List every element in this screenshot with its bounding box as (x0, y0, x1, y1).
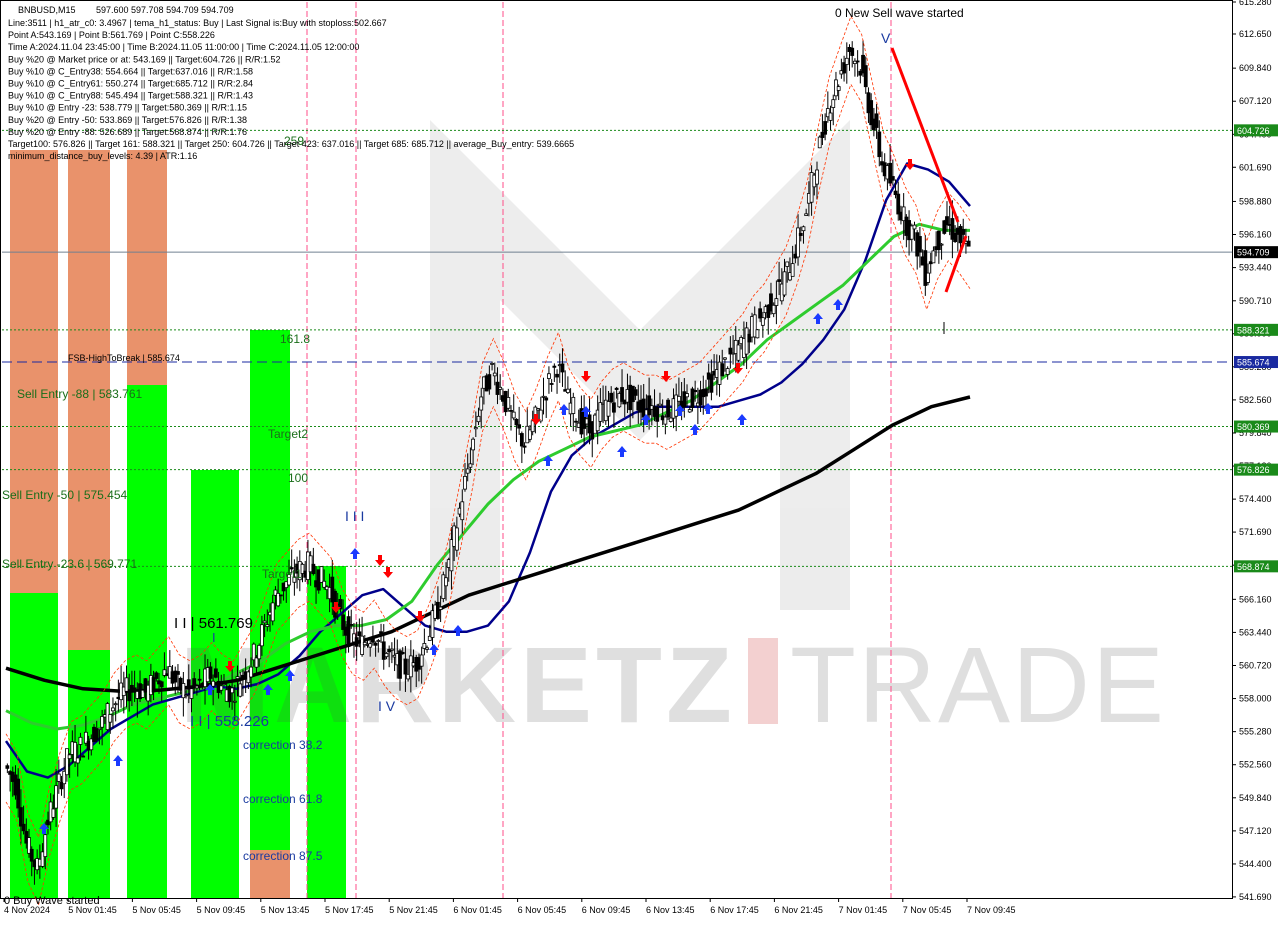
y-tick-label: 552.560 (1239, 760, 1272, 770)
price-chart[interactable]: MARKETZ TRADE 0 New Sell wave started FS… (0, 0, 1280, 920)
green-zone (10, 593, 58, 898)
info-line: Buy %20 @ Entry -50: 533.869 || Target:5… (8, 115, 247, 125)
wave-iv-label: I V (378, 698, 396, 714)
info-line: Buy %10 @ Entry -23: 538.779 || Target:5… (8, 103, 247, 113)
chart-window[interactable]: MARKETZ TRADE 0 New Sell wave started FS… (0, 0, 1280, 920)
y-tick-label: 598.880 (1239, 196, 1272, 206)
info-line: Point A:543.169 | Point B:561.769 | Poin… (8, 30, 215, 40)
price-tag-label: 588.321 (1237, 325, 1270, 335)
sell-50-label: Sell Entry -50 | 575.454 (2, 488, 128, 502)
info-line: Buy %10 @ C_Entry88: 545.494 || Target:5… (8, 91, 253, 101)
y-tick-label: 560.720 (1239, 660, 1272, 670)
y-tick-label: 563.440 (1239, 627, 1272, 637)
correction-87-label: correction 87.5 (243, 849, 323, 863)
y-tick-label: 612.650 (1239, 29, 1272, 39)
window-ohlc: 597.600 597.708 594.709 594.709 (96, 5, 234, 15)
price-tags: 604.726 588.321 585.674 580.369 576.826 568.8… (1234, 124, 1278, 573)
sell-88-label: Sell Entry -88 | 583.761 (17, 387, 143, 401)
x-tick-label: 6 Nov 17:45 (710, 905, 759, 915)
price-tag-label: 604.726 (1237, 126, 1270, 136)
x-tick-label: 6 Nov 05:45 (518, 905, 567, 915)
y-tick-label: 549.840 (1239, 793, 1272, 803)
x-tick-label: 7 Nov 09:45 (967, 905, 1016, 915)
price-tag-label: 594.709 (1237, 248, 1270, 258)
price-tag-label: 585.674 (1237, 358, 1270, 368)
wave-i-small-label: I (212, 630, 216, 645)
x-tick-label: 5 Nov 21:45 (389, 905, 438, 915)
y-tick-label: 547.120 (1239, 826, 1272, 836)
x-tick-label: 5 Nov 05:45 (132, 905, 181, 915)
green-zone (127, 385, 167, 898)
correction-61-label: correction 61.8 (243, 792, 323, 806)
y-tick-label: 544.400 (1239, 859, 1272, 869)
x-tick-label: 5 Nov 17:45 (325, 905, 374, 915)
price-tag-label: 576.826 (1237, 465, 1270, 475)
info-line: Buy %20 @ Entry -88: 526.689 || Target:5… (8, 127, 247, 137)
x-tick-label: 6 Nov 21:45 (774, 905, 823, 915)
target1-label: Target1 (262, 567, 302, 581)
info-line: Time A:2024.11.04 23:45:00 | Time B:2024… (8, 42, 359, 52)
price-tag-label: 568.874 (1237, 562, 1270, 572)
x-tick-label: 5 Nov 13:45 (261, 905, 310, 915)
x-tick-label: 6 Nov 13:45 (646, 905, 695, 915)
info-line: Buy %10 @ C_Entry38: 554.664 || Target:6… (8, 66, 253, 76)
correction-38-label: correction 38.2 (243, 738, 323, 752)
x-tick-label: 5 Nov 09:45 (197, 905, 246, 915)
price-tag-label: 580.369 (1237, 422, 1270, 432)
y-tick-label: 601.690 (1239, 162, 1272, 172)
orange-zone (10, 150, 58, 593)
candle (346, 610, 351, 653)
window-title: BNBUSD,M15 (18, 5, 76, 15)
wave-v-label: V (881, 30, 891, 46)
info-line: Buy %20 @ Market price or at: 543.169 ||… (8, 54, 280, 64)
y-tick-label: 566.160 (1239, 594, 1272, 604)
wave-iii-label: I I I (345, 508, 364, 524)
candle (666, 398, 670, 421)
lvl-100-label: 100 (288, 471, 308, 485)
wave-started-label: 0 New Sell wave started (835, 6, 964, 20)
y-tick-label: 607.120 (1239, 96, 1272, 106)
x-tick-label: 7 Nov 05:45 (903, 905, 952, 915)
y-tick-label: 555.280 (1239, 727, 1272, 737)
y-tick-label: 590.710 (1239, 296, 1272, 306)
x-tick-label: 5 Nov 01:45 (68, 905, 117, 915)
info-line: Line:3511 | h1_atr_c0: 3.4967 | tema_h1_… (8, 18, 387, 28)
x-tick-label: 7 Nov 01:45 (839, 905, 888, 915)
fsb-label: FSB-HighToBreak | 585.674 (68, 353, 180, 363)
y-tick-label: 609.840 (1239, 63, 1272, 73)
point-c-label: I I | 558.226 (190, 713, 269, 730)
y-tick-label: 615.280 (1239, 0, 1272, 7)
y-tick-label: 582.560 (1239, 395, 1272, 405)
info-line: Target100: 576.826 || Target 161: 588.32… (8, 139, 574, 149)
y-tick-label: 596.160 (1239, 230, 1272, 240)
x-tick-label: 6 Nov 09:45 (582, 905, 631, 915)
candle (755, 329, 760, 339)
y-tick-label: 571.690 (1239, 527, 1272, 537)
lvl-161-label: 161.8 (280, 332, 310, 346)
y-tick-label: 541.690 (1239, 892, 1272, 902)
target2-label: Target2 (268, 427, 308, 441)
sell-23-label: Sell Entry -23.6 | 569.771 (2, 557, 138, 571)
y-tick-label: 574.400 (1239, 494, 1272, 504)
info-line: minimum_distance_buy_levels: 4.39 | ATR:… (8, 151, 197, 161)
x-tick-label: 6 Nov 01:45 (453, 905, 502, 915)
info-line: Buy %10 @ C_Entry61: 550.274 || Target:6… (8, 79, 253, 89)
y-tick-label: 593.440 (1239, 263, 1272, 273)
time-axis: 4 Nov 2024 5 Nov 01:45 5 Nov 05:45 5 Nov 09… (3, 898, 1016, 915)
candle (319, 566, 324, 583)
x-tick-label: 4 Nov 2024 (4, 905, 50, 915)
candle (441, 571, 446, 603)
y-tick-label: 558.000 (1239, 694, 1272, 704)
svg-text:TRADE: TRADE (790, 624, 1166, 745)
